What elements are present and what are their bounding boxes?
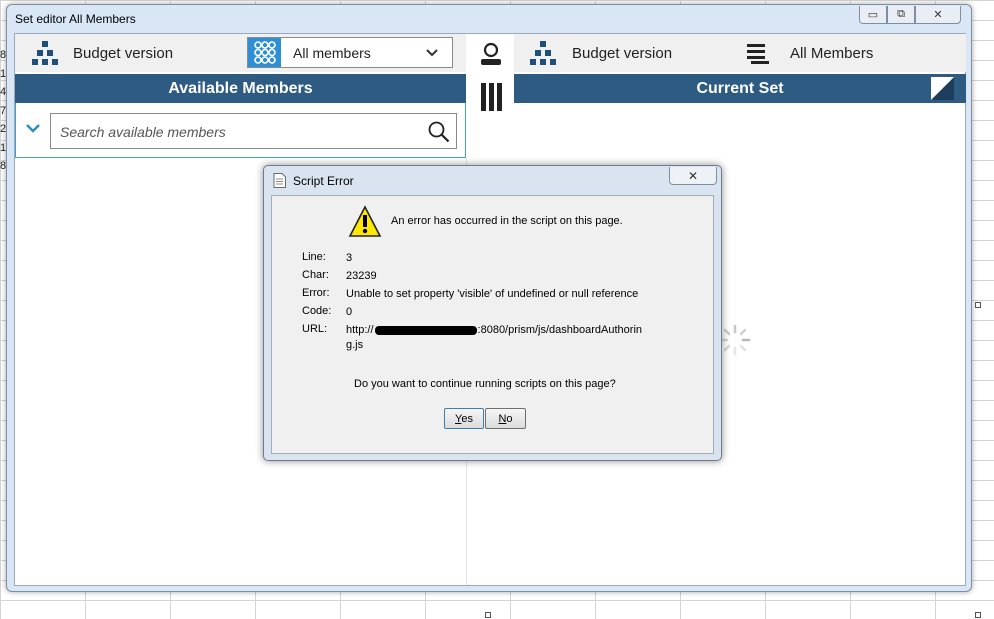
dialog-message: An error has occurred in the script on t… (391, 215, 623, 227)
url-suffix: :8080/prism/js/dashboardAuthorin (477, 324, 643, 336)
redaction-mark (374, 325, 477, 335)
dialog-title: Script Error (293, 174, 354, 188)
chevron-down-icon[interactable] (26, 123, 40, 133)
dimension-label[interactable]: Budget version (572, 45, 672, 62)
field-key: Line: (302, 251, 326, 263)
member-select[interactable]: All members (247, 37, 453, 68)
no-rest: o (506, 413, 513, 425)
yes-button[interactable]: Yes (444, 408, 484, 429)
window-controls: ▭ ⧉ ✕ (859, 6, 961, 24)
restore-button[interactable]: ⧉ (887, 6, 915, 24)
hierarchy-icon (530, 41, 556, 65)
grid-members-icon (248, 38, 281, 67)
right-toolbar: Budget version All Members (514, 34, 966, 72)
field-key: URL: (302, 323, 328, 335)
script-error-dialog: Script Error ✕ An error has occurred in … (263, 165, 722, 461)
dialog-question: Do you want to continue running scripts … (354, 378, 616, 390)
toggle-view-icon[interactable] (931, 77, 954, 100)
field-key: Code: (302, 305, 332, 317)
left-toolbar: Budget version All members (15, 34, 466, 72)
resize-handle[interactable] (975, 612, 981, 618)
chevron-down-icon (426, 49, 438, 57)
document-icon (273, 173, 286, 188)
resize-handle[interactable] (485, 612, 491, 618)
field-value: 3 (346, 252, 353, 264)
dialog-close-button[interactable]: ✕ (669, 167, 717, 185)
field-key: Error: (302, 287, 330, 299)
no-button[interactable]: No (485, 408, 526, 429)
search-row (15, 103, 466, 158)
current-set-header: Current Set (514, 74, 966, 103)
current-set-title: Current Set (696, 80, 784, 97)
field-value: http://:8080/prism/js/dashboardAuthorin … (346, 323, 646, 353)
window-title: Set editor All Members (15, 12, 136, 26)
yes-rest: es (461, 413, 473, 425)
columns-icon[interactable] (481, 83, 503, 111)
url-prefix: http:// (346, 324, 374, 336)
user-icon[interactable] (480, 42, 502, 66)
field-key: Char: (302, 269, 329, 281)
dimension-label[interactable]: Budget version (73, 45, 173, 62)
warning-icon (348, 205, 382, 237)
set-label[interactable]: All Members (790, 45, 873, 62)
close-button[interactable]: ✕ (915, 6, 961, 24)
minimize-button[interactable]: ▭ (859, 6, 887, 24)
field-value: 0 (346, 306, 353, 318)
search-box (50, 113, 457, 150)
dialog-body: An error has occurred in the script on t… (271, 195, 714, 454)
search-icon[interactable] (428, 121, 450, 143)
list-icon (747, 44, 769, 64)
available-members-header: Available Members (15, 74, 466, 103)
field-value: 23239 (346, 270, 377, 282)
hierarchy-icon (32, 41, 58, 65)
field-value: Unable to set property 'visible' of unde… (346, 288, 639, 300)
member-select-value: All members (293, 45, 371, 61)
url-suffix-wrap: g.js (346, 339, 364, 351)
search-input[interactable] (51, 114, 422, 150)
resize-handle[interactable] (975, 302, 981, 308)
